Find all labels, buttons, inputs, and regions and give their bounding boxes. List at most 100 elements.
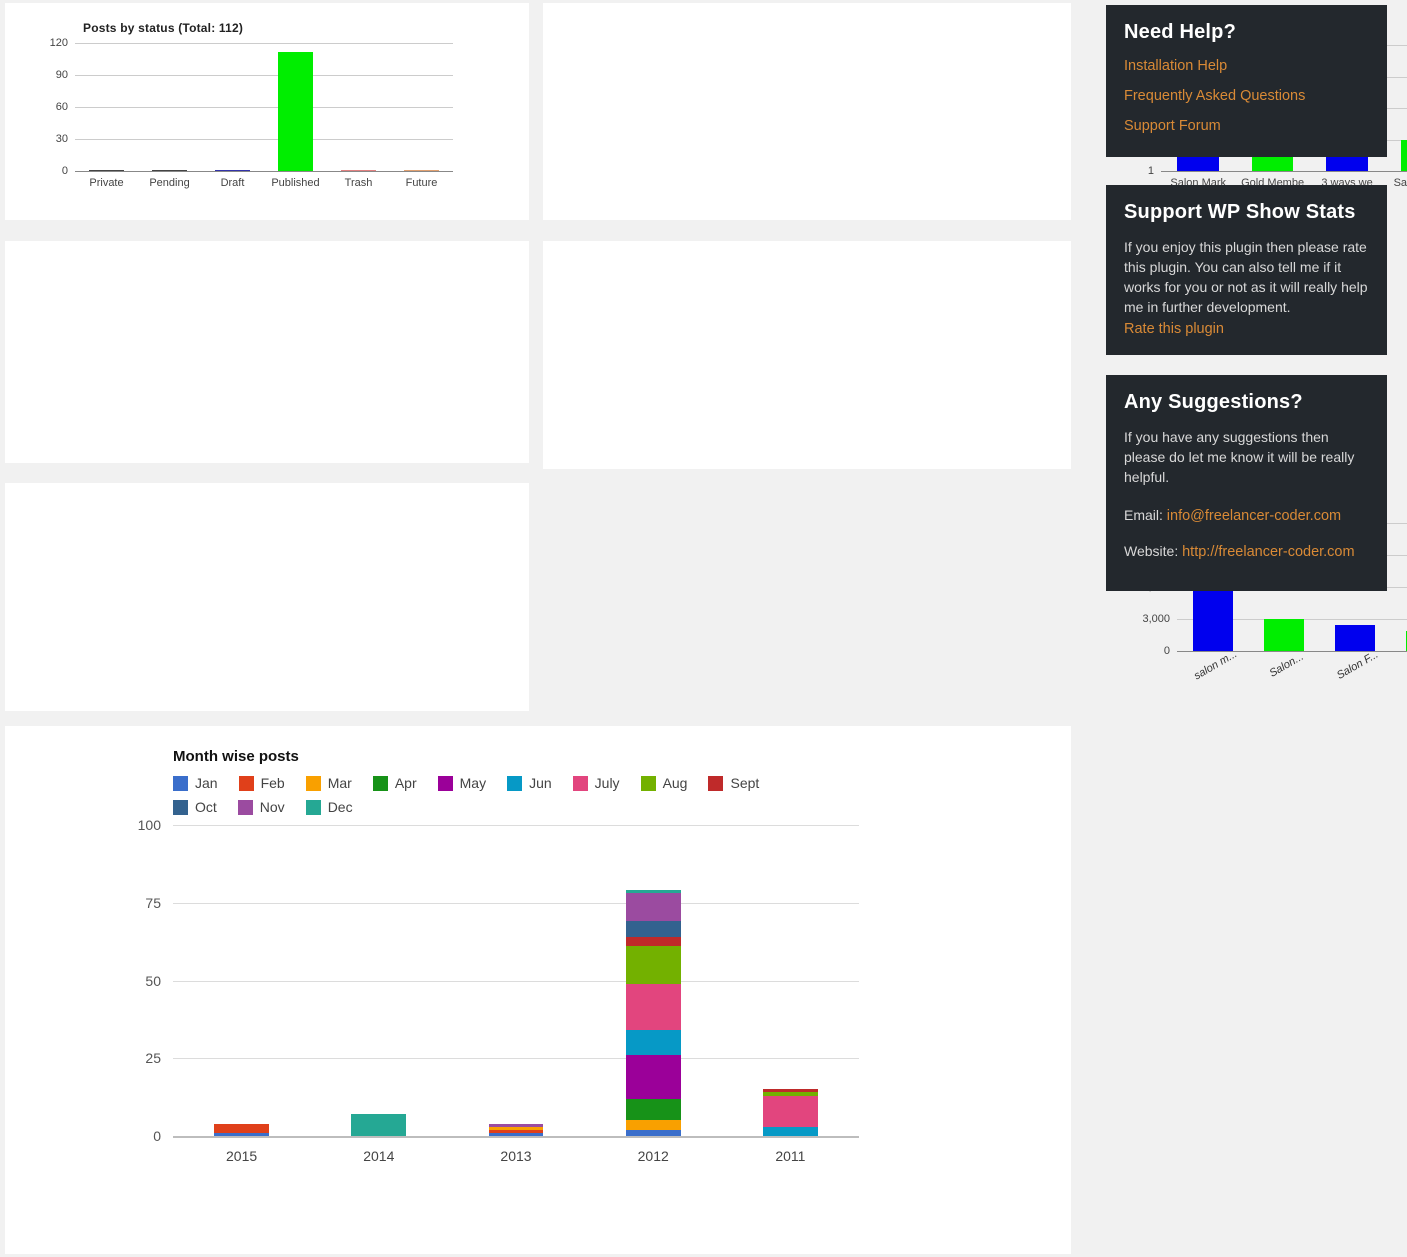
y-axis-tick-label: 75 [145, 895, 161, 911]
need-help-title: Need Help? [1124, 21, 1369, 44]
stack-segment-mar[interactable] [626, 1120, 681, 1129]
bar-cell [201, 43, 264, 171]
stacked-bar[interactable] [626, 890, 681, 1136]
bar[interactable] [89, 170, 124, 171]
link-installation-help[interactable]: Installation Help [1124, 58, 1369, 74]
stack-segment-jan[interactable] [489, 1133, 544, 1136]
support-title: Support WP Show Stats [1124, 201, 1369, 224]
y-axis-tick-label: 90 [56, 69, 68, 81]
legend-item-jun[interactable]: Jun [507, 775, 552, 791]
legend-item-july[interactable]: July [573, 775, 620, 791]
legend-label: Aug [663, 775, 688, 791]
legend-swatch [238, 800, 253, 815]
x-axis-tick-label: 2015 [173, 1148, 310, 1164]
legend-swatch [173, 800, 188, 815]
stack-segment-apr[interactable] [626, 1099, 681, 1121]
bar-cell [1391, 523, 1407, 651]
stack-segment-july[interactable] [626, 984, 681, 1031]
bar[interactable] [1335, 625, 1375, 651]
stack-segment-jan[interactable] [626, 1130, 681, 1136]
panel-month-wise-posts: Month wise posts Jan Feb Mar Apr May Jun July A… [5, 726, 1071, 1254]
y-axis-tick-label: 60 [56, 101, 68, 113]
plot-month-wise-posts: 025507510020152014201320122011 [173, 825, 859, 1136]
x-axis-tick-label: 2011 [722, 1148, 859, 1164]
suggestions-body: If you have any suggestions then please … [1124, 428, 1369, 488]
legend-item-jan[interactable]: Jan [173, 775, 218, 791]
legend-item-aug[interactable]: Aug [641, 775, 688, 791]
stack-segment-may[interactable] [626, 1055, 681, 1099]
sidebar-box-support: Support WP Show Stats If you enjoy this … [1106, 185, 1387, 355]
panel-longest-posts: 5 longest posts 03,0006,0009,00012,000sa… [543, 241, 1071, 469]
bar[interactable] [341, 170, 376, 171]
x-axis-labels: PrivatePendingDraftPublishedTrashFuture [75, 177, 453, 189]
link-faq[interactable]: Frequently Asked Questions [1124, 88, 1369, 104]
bar[interactable] [152, 170, 187, 171]
y-axis-tick-label: 0 [1164, 645, 1170, 657]
website-label: Website: [1124, 543, 1178, 559]
stack-segment-aug[interactable] [626, 946, 681, 983]
bar-cell [264, 43, 327, 171]
bar[interactable] [215, 170, 250, 171]
x-axis-tick-label: 2012 [585, 1148, 722, 1164]
link-website[interactable]: http://freelancer-coder.com [1182, 544, 1354, 560]
bar-cell [327, 43, 390, 171]
x-axis-labels: salon m...Salon...Salon F...Salon...The … [1177, 660, 1407, 672]
y-axis-tick-label: 50 [145, 973, 161, 989]
x-axis-tick-label: 2014 [310, 1148, 447, 1164]
chart-title-month-wise-posts: Month wise posts [173, 748, 299, 765]
legend-item-oct[interactable]: Oct [173, 799, 217, 815]
legend-item-feb[interactable]: Feb [239, 775, 285, 791]
bar[interactable] [404, 170, 439, 171]
y-axis-tick-label: 3,000 [1142, 613, 1170, 625]
bar[interactable] [278, 52, 313, 171]
stack-segment-jan[interactable] [214, 1133, 269, 1136]
y-axis-tick-label: 120 [50, 37, 68, 49]
legend-swatch [306, 800, 321, 815]
bar-cell [75, 43, 138, 171]
legend-item-dec[interactable]: Dec [306, 799, 353, 815]
bar-cell [390, 43, 453, 171]
legend-item-sept[interactable]: Sept [708, 775, 759, 791]
x-axis-tick-label: Trash [327, 177, 390, 189]
link-support-forum[interactable]: Support Forum [1124, 118, 1369, 134]
stack-segment-jun[interactable] [626, 1030, 681, 1055]
stack-segment-dec[interactable] [351, 1114, 406, 1136]
legend-label: Mar [328, 775, 352, 791]
sidebar-box-suggestions: Any Suggestions? If you have any suggest… [1106, 375, 1387, 591]
bar[interactable] [1401, 140, 1407, 172]
bar[interactable] [1264, 619, 1304, 651]
bar-cell [138, 43, 201, 171]
legend-swatch [239, 776, 254, 791]
legend-item-mar[interactable]: Mar [306, 775, 352, 791]
stack-segment-oct[interactable] [626, 921, 681, 937]
stacked-bar[interactable] [214, 1124, 269, 1136]
stack-segment-sept[interactable] [626, 937, 681, 946]
stack-segment-july[interactable] [763, 1096, 818, 1127]
legend-item-may[interactable]: May [438, 775, 486, 791]
legend-item-nov[interactable]: Nov [238, 799, 285, 815]
legend-label: Feb [261, 775, 285, 791]
suggestions-website-row: Website: http://freelancer-coder.com [1124, 542, 1369, 563]
stack-segment-feb[interactable] [214, 1124, 269, 1133]
link-email[interactable]: info@freelancer-coder.com [1167, 508, 1341, 524]
y-axis-tick-label: 0 [62, 165, 68, 177]
stacked-bar[interactable] [763, 1089, 818, 1136]
legend-swatch [306, 776, 321, 791]
legend-label: Jun [529, 775, 552, 791]
stacked-bar[interactable] [351, 1114, 406, 1136]
link-rate-this-plugin[interactable]: Rate this plugin [1124, 321, 1224, 337]
y-axis-tick-label: 25 [145, 1050, 161, 1066]
support-body: If you enjoy this plugin then please rat… [1124, 238, 1369, 318]
axis-line [173, 1136, 859, 1138]
stacked-bar[interactable] [489, 1124, 544, 1136]
sidebar-box-need-help: Need Help? Installation Help Frequently … [1106, 5, 1387, 157]
legend-swatch [573, 776, 588, 791]
x-axis-tick-label: Salon Mark [1384, 177, 1407, 189]
panel-posts-by-year: Posts by year (Total: 112) 0255075100201… [5, 241, 529, 463]
email-label: Email: [1124, 507, 1163, 523]
y-axis-tick-label: 0 [153, 1128, 161, 1144]
legend-item-apr[interactable]: Apr [373, 775, 417, 791]
bar-cell [310, 825, 447, 1136]
stack-segment-nov[interactable] [626, 893, 681, 921]
stack-segment-jun[interactable] [763, 1127, 818, 1136]
